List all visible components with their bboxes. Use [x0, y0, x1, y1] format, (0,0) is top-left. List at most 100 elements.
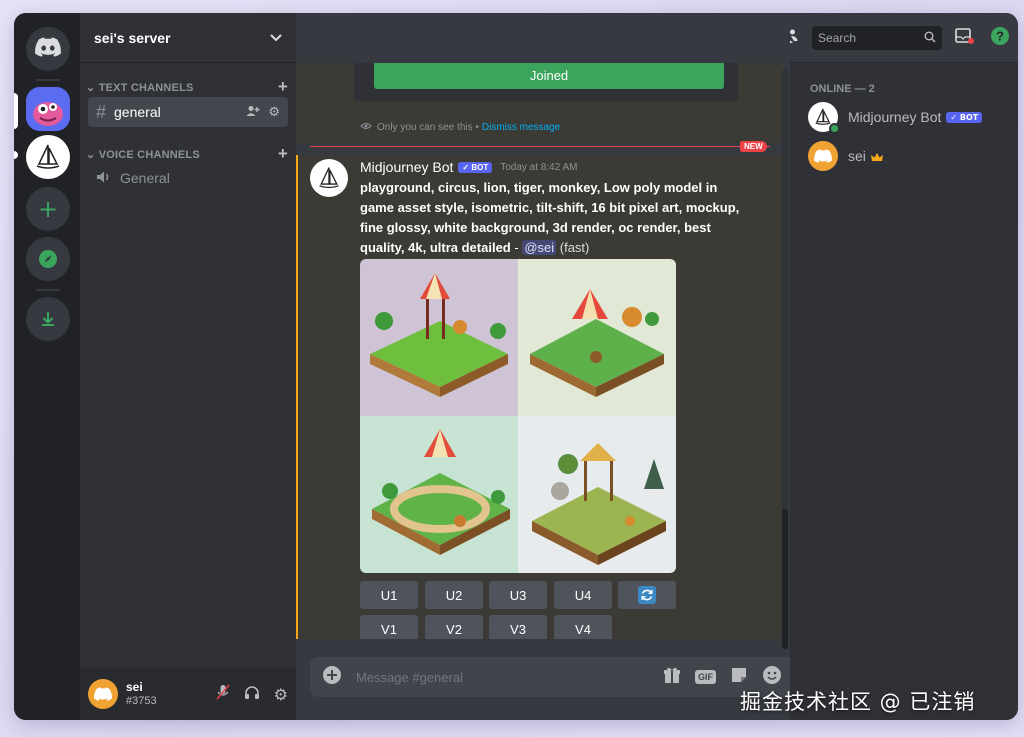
server-icon-monster[interactable]	[26, 87, 70, 131]
category-label: VOICE CHANNELS	[98, 148, 200, 161]
username: sei	[126, 679, 143, 694]
monster-avatar-icon	[26, 87, 70, 131]
member-name: Midjourney Bot	[848, 109, 942, 125]
discord-logo-icon	[814, 149, 832, 163]
mic-muted-icon[interactable]	[216, 684, 230, 704]
bot-badge: ✓ BOT	[946, 111, 983, 123]
online-section-header: ONLINE — 2	[810, 83, 875, 95]
image-grid[interactable]	[360, 259, 676, 573]
message-input-placeholder[interactable]: Message #general	[356, 670, 663, 685]
hashtag-icon: #	[96, 101, 107, 122]
message-composer[interactable]: Message #general GIF	[310, 657, 794, 697]
plus-icon: +	[37, 195, 59, 223]
avatar	[808, 102, 840, 134]
channel-sidebar: sei's server ⌄ TEXT CHANNELS + # general…	[80, 13, 296, 720]
previous-message: Joined Only you can see this • Dismiss m…	[296, 63, 784, 143]
discord-logo-icon	[94, 687, 112, 701]
variation-4-button[interactable]: V4	[554, 615, 612, 639]
user-tag: #3753	[126, 694, 157, 707]
sticker-icon[interactable]	[730, 666, 748, 688]
user-mention[interactable]: @sei	[522, 240, 557, 255]
add-channel-icon[interactable]: +	[278, 77, 288, 97]
sailboat-icon	[36, 144, 60, 169]
joined-button[interactable]: Joined	[374, 63, 724, 89]
discord-logo-icon	[35, 37, 61, 61]
add-channel-icon[interactable]: +	[278, 144, 288, 164]
sailboat-icon	[319, 167, 339, 189]
chat-area: Joined Only you can see this • Dismiss m…	[296, 13, 794, 720]
search-placeholder: Search	[818, 30, 857, 45]
reroll-button[interactable]	[618, 581, 676, 609]
variation-3-button[interactable]: V3	[489, 615, 547, 639]
channel-item-general[interactable]: # general ⚙	[88, 97, 288, 127]
active-server-pill	[14, 93, 18, 129]
home-discord-button[interactable]	[26, 27, 70, 71]
unread-pill	[14, 151, 18, 159]
explore-servers-button[interactable]	[26, 237, 70, 281]
server-header[interactable]: sei's server	[80, 13, 296, 63]
chat-scrollbar[interactable]	[782, 69, 788, 649]
channel-label: general	[114, 104, 161, 120]
avatar[interactable]	[88, 679, 118, 709]
compass-icon	[39, 250, 57, 268]
member-item[interactable]: sei	[808, 140, 1008, 172]
member-list: ONLINE — 2 Midjourney Bot ✓ BOT sei	[790, 63, 1018, 720]
eye-icon	[360, 122, 372, 133]
server-icon-sailboat[interactable]	[26, 135, 70, 179]
avatar	[808, 141, 838, 171]
upscale-4-button[interactable]: U4	[554, 581, 612, 609]
bot-badge: ✓ BOT	[458, 161, 493, 173]
ephemeral-note: Only you can see this •	[377, 122, 479, 133]
voice-channel-general[interactable]: General	[88, 163, 288, 193]
chevron-down-icon	[270, 31, 282, 45]
joined-label: Joined	[529, 67, 569, 83]
category-label: TEXT CHANNELS	[98, 81, 194, 94]
member-name: sei	[848, 148, 866, 164]
gif-button[interactable]: GIF	[695, 670, 716, 684]
add-member-icon[interactable]	[246, 104, 260, 120]
gift-icon[interactable]	[663, 666, 681, 688]
watermark: 掘金技术社区 @ 已注销	[740, 690, 976, 714]
download-apps-button[interactable]	[26, 297, 70, 341]
gear-icon[interactable]: ⚙	[268, 104, 280, 120]
scrollbar-thumb[interactable]	[782, 509, 788, 649]
channel-label: General	[120, 170, 170, 186]
help-icon[interactable]: ?	[990, 26, 1010, 50]
message-author[interactable]: Midjourney Bot	[360, 159, 453, 175]
headphones-icon[interactable]	[244, 685, 260, 704]
variation-1-button[interactable]: V1	[360, 615, 418, 639]
message-content: playground, circus, lion, tiger, monkey,…	[360, 180, 740, 255]
dismiss-message-link[interactable]: Dismiss message	[482, 122, 560, 133]
discord-window: + sei's server ⌄ TEXT CHANNELS + # gener…	[14, 13, 1018, 720]
bot-avatar[interactable]	[310, 159, 348, 197]
inbox-icon[interactable]	[954, 27, 974, 49]
user-settings-gear-icon[interactable]: ⚙	[274, 685, 288, 704]
text-channels-category[interactable]: ⌄ TEXT CHANNELS +	[80, 77, 296, 97]
refresh-icon	[638, 586, 656, 604]
member-item[interactable]: Midjourney Bot ✓ BOT	[808, 101, 1008, 134]
voice-channels-category[interactable]: ⌄ VOICE CHANNELS +	[80, 144, 296, 164]
generated-image-grid	[360, 259, 676, 573]
upscale-3-button[interactable]: U3	[489, 581, 547, 609]
speaker-icon	[96, 170, 112, 187]
rail-divider	[36, 289, 60, 291]
variation-2-button[interactable]: V2	[425, 615, 483, 639]
mode-label: (fast)	[559, 240, 590, 255]
rail-divider	[36, 79, 60, 81]
upscale-1-button[interactable]: U1	[360, 581, 418, 609]
crown-icon	[870, 147, 883, 166]
add-attachment-icon[interactable]	[322, 665, 342, 689]
user-panel: sei #3753 ⚙	[80, 668, 296, 720]
message-item: Midjourney Bot ✓ BOT Today at 8:42 AM pl…	[296, 155, 784, 639]
search-box[interactable]: Search	[812, 25, 942, 50]
chevron-down-icon: ⌄	[86, 81, 96, 94]
new-badge: NEW	[740, 141, 767, 152]
upscale-2-button[interactable]: U2	[425, 581, 483, 609]
server-name: sei's server	[94, 29, 171, 46]
message-timestamp: Today at 8:42 AM	[500, 161, 578, 173]
download-icon	[42, 312, 54, 326]
embed-card: Joined	[354, 63, 738, 101]
add-server-button[interactable]: +	[26, 187, 70, 231]
server-rail: +	[14, 13, 80, 720]
search-icon	[924, 28, 936, 47]
